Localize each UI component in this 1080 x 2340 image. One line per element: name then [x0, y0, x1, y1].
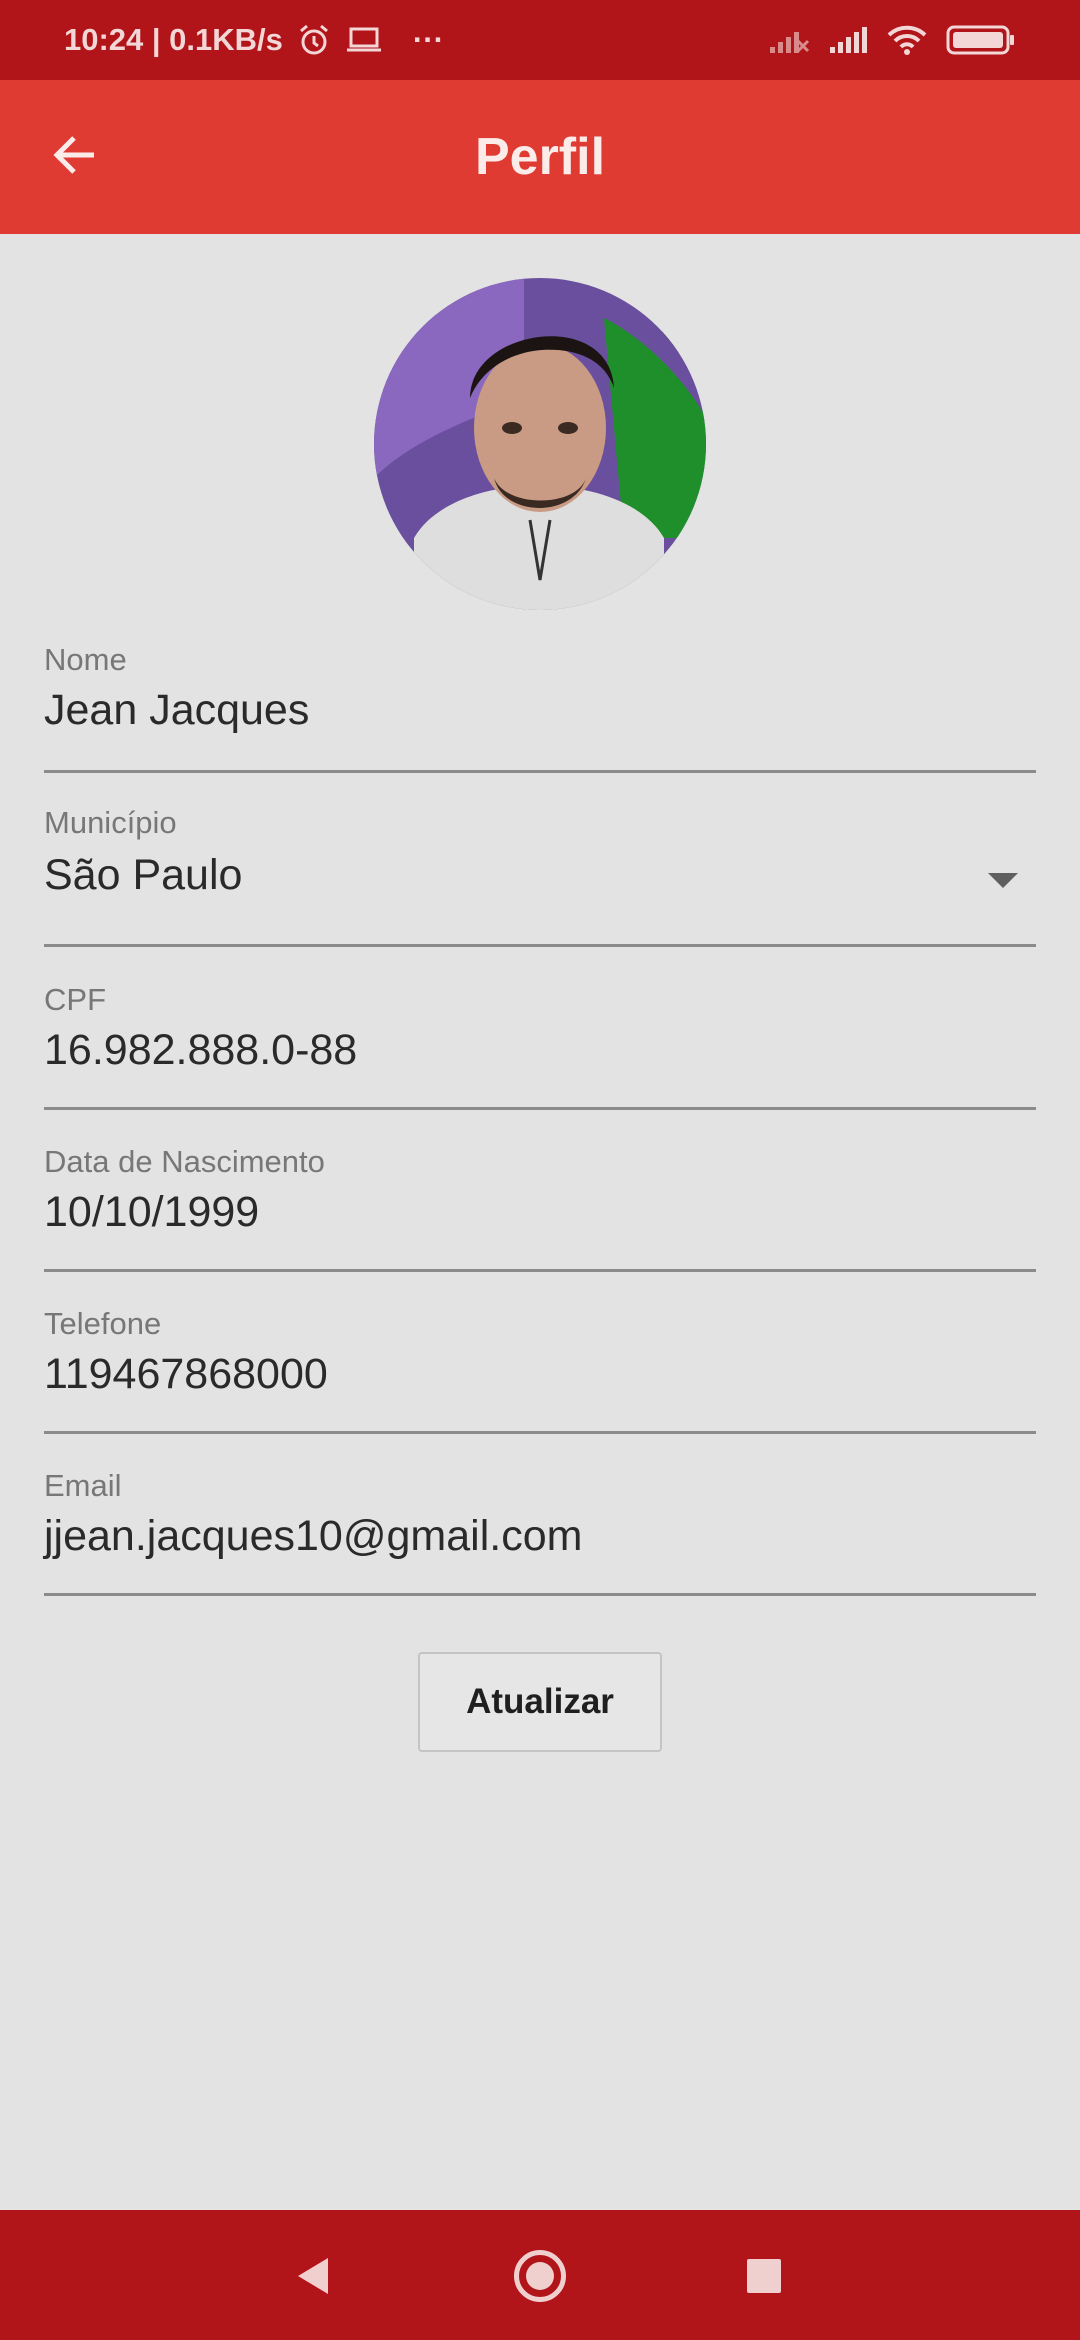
cpf-value[interactable]: 16.982.888.0-88	[44, 1026, 357, 1075]
phone-value[interactable]: 119467868000	[44, 1350, 328, 1399]
avatar[interactable]	[374, 278, 706, 610]
cpf-label: CPF	[44, 982, 106, 1017]
arrow-left-icon	[50, 130, 100, 185]
city-value[interactable]: São Paulo	[44, 851, 242, 900]
update-button[interactable]: Atualizar	[418, 1652, 662, 1752]
app-bar: Perfil	[0, 80, 1080, 234]
chevron-down-icon[interactable]	[988, 873, 1018, 888]
city-label: Município	[44, 805, 177, 840]
nav-home-icon[interactable]	[514, 2250, 566, 2302]
birth-date-field[interactable]: Data de Nascimento 10/10/1999	[44, 1142, 1036, 1272]
phone-label: Telefone	[44, 1306, 162, 1341]
battery-icon	[946, 24, 1016, 56]
status-bar: 10:24 | 0.1KB/s ···	[0, 0, 1080, 80]
wifi-icon	[886, 24, 928, 56]
nav-back-icon[interactable]	[296, 2256, 330, 2301]
city-select[interactable]: Município São Paulo	[44, 803, 1036, 947]
name-label: Nome	[44, 642, 127, 677]
birth-date-value[interactable]: 10/10/1999	[44, 1188, 259, 1237]
status-time: 10:24 | 0.1KB/s	[64, 22, 283, 57]
cpf-field[interactable]: CPF 16.982.888.0-88	[44, 980, 1036, 1110]
email-value[interactable]: jjean.jacques10@gmail.com	[44, 1512, 582, 1561]
email-field[interactable]: Email jjean.jacques10@gmail.com	[44, 1466, 1036, 1596]
birth-date-label: Data de Nascimento	[44, 1144, 325, 1179]
back-button[interactable]	[40, 122, 110, 192]
email-label: Email	[44, 1468, 122, 1503]
page-title: Perfil	[474, 128, 606, 186]
signal-off-icon	[768, 25, 810, 55]
nav-bar	[0, 2210, 1080, 2340]
avatar-image	[374, 278, 706, 610]
name-field[interactable]: Nome Jean Jacques	[44, 640, 1036, 773]
nav-recent-apps-icon[interactable]	[747, 2259, 781, 2293]
signal-icon	[828, 25, 868, 55]
alarm-icon	[297, 23, 331, 57]
name-value[interactable]: Jean Jacques	[44, 686, 309, 735]
laptop-icon	[345, 25, 383, 55]
phone-field[interactable]: Telefone 119467868000	[44, 1304, 1036, 1434]
more-indicator: ···	[412, 22, 444, 57]
